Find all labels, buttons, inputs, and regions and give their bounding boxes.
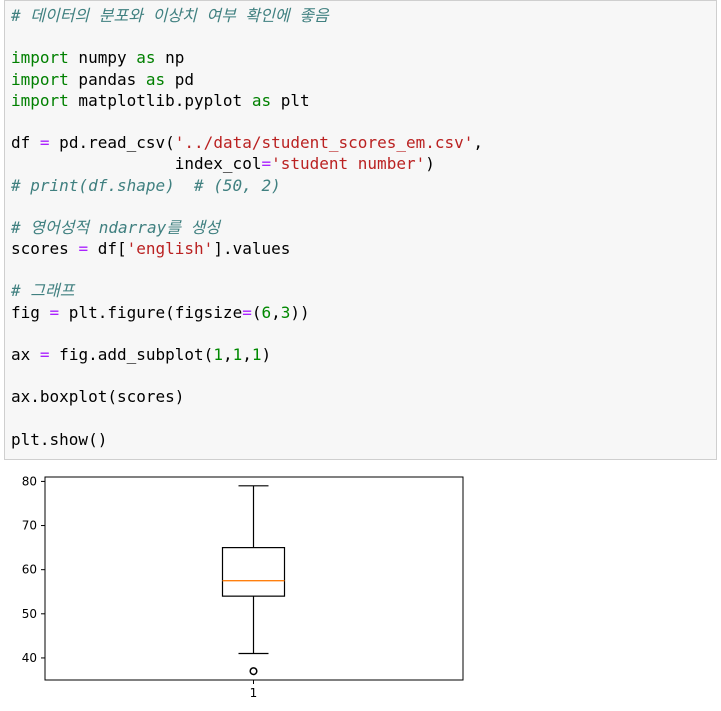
code-token: = <box>261 154 272 174</box>
code-token: scores <box>11 239 79 259</box>
code-token: # 데이터의 분포와 이상치 여부 확인에 좋음 <box>11 6 329 25</box>
code-token: df[ <box>88 239 127 259</box>
code-token: = <box>242 302 252 322</box>
code-line: import pandas as pd <box>11 69 483 90</box>
y-tick-label: 80 <box>22 474 37 488</box>
code-token: , <box>242 345 252 364</box>
code-token: index_col <box>11 154 262 174</box>
code-line: index_col='student number') <box>11 153 483 174</box>
code-line: # 그래프 <box>11 280 483 301</box>
code-token: as <box>136 48 156 68</box>
code-token: import <box>11 69 69 89</box>
code-token: as <box>145 69 166 89</box>
code-token: pandas <box>68 69 146 89</box>
code-token: '../data/student_scores_em.csv' <box>174 133 474 153</box>
code-token: # 그래프 <box>11 281 75 301</box>
code-line: scores = df['english'].values <box>11 238 483 259</box>
code-token: = <box>39 345 50 364</box>
code-line: import numpy as np <box>11 47 483 68</box>
code-line: ax = fig.add_subplot(1,1,1) <box>11 344 483 365</box>
code-token: numpy <box>68 48 137 68</box>
code-token: , <box>271 302 281 322</box>
code-token: ax <box>11 345 40 364</box>
code-token: import <box>11 48 69 68</box>
code-token: 'english' <box>126 239 214 259</box>
code-token: plt <box>271 90 310 110</box>
code-token: ) <box>261 345 272 364</box>
output-area: 40 50 60 70 80 1 <box>0 462 721 706</box>
code-token: = <box>39 133 50 153</box>
y-tick-label: 50 <box>22 607 37 621</box>
code-token: matplotlib.pyplot <box>68 90 252 110</box>
code-token: fig <box>11 302 50 322</box>
code-cell[interactable]: # 데이터의 분포와 이상치 여부 확인에 좋음 import numpy as… <box>4 0 717 460</box>
code-token: 1 <box>232 345 243 364</box>
x-tick-label: 1 <box>250 686 258 700</box>
y-tick-label: 40 <box>22 651 37 665</box>
code-editor[interactable]: # 데이터의 분포와 이상치 여부 확인에 좋음 import numpy as… <box>11 5 483 450</box>
code-line: fig = plt.figure(figsize=(6,3)) <box>11 302 483 323</box>
y-tick-label: 70 <box>22 519 37 533</box>
code-token: 3 <box>280 302 291 322</box>
code-line: # print(df.shape) # (50, 2) <box>11 175 483 196</box>
code-token: ax.boxplot(scores) <box>11 387 185 407</box>
code-token: plt.show() <box>11 429 108 449</box>
code-token: 1 <box>251 345 262 364</box>
code-token: , <box>222 345 233 364</box>
code-line: # 데이터의 분포와 이상치 여부 확인에 좋음 <box>11 5 483 26</box>
code-token: ) <box>425 154 435 174</box>
code-line: import matplotlib.pyplot as plt <box>11 90 483 111</box>
code-token: pd <box>165 69 195 89</box>
code-token: )) <box>290 302 310 322</box>
code-line: ax.boxplot(scores) <box>11 386 483 407</box>
code-token: np <box>155 48 185 68</box>
code-token: = <box>78 239 89 259</box>
code-line: df = pd.read_csv('../data/student_scores… <box>11 132 483 153</box>
code-line: # 영어성적 ndarray를 생성 <box>11 217 483 238</box>
code-token: 6 <box>261 302 272 322</box>
code-line: plt.show() <box>11 429 483 450</box>
code-token: # print(df.shape) # (50, 2) <box>11 175 281 195</box>
code-token: = <box>49 302 60 322</box>
code-token: plt.figure(figsize <box>59 302 243 322</box>
code-token: fig.add_subplot( <box>49 345 214 364</box>
code-token: # 영어성적 ndarray를 생성 <box>11 217 221 237</box>
code-token: pd.read_csv( <box>49 133 175 153</box>
y-tick-label: 60 <box>22 563 37 577</box>
code-token: as <box>251 90 272 110</box>
boxplot-chart: 40 50 60 70 80 1 <box>22 474 464 700</box>
code-token: import <box>11 90 69 110</box>
code-token: , <box>473 133 484 153</box>
code-token: df <box>11 133 40 153</box>
code-token: ].values <box>213 239 291 259</box>
code-token: 'student number' <box>271 154 426 174</box>
code-token: 1 <box>213 345 223 364</box>
